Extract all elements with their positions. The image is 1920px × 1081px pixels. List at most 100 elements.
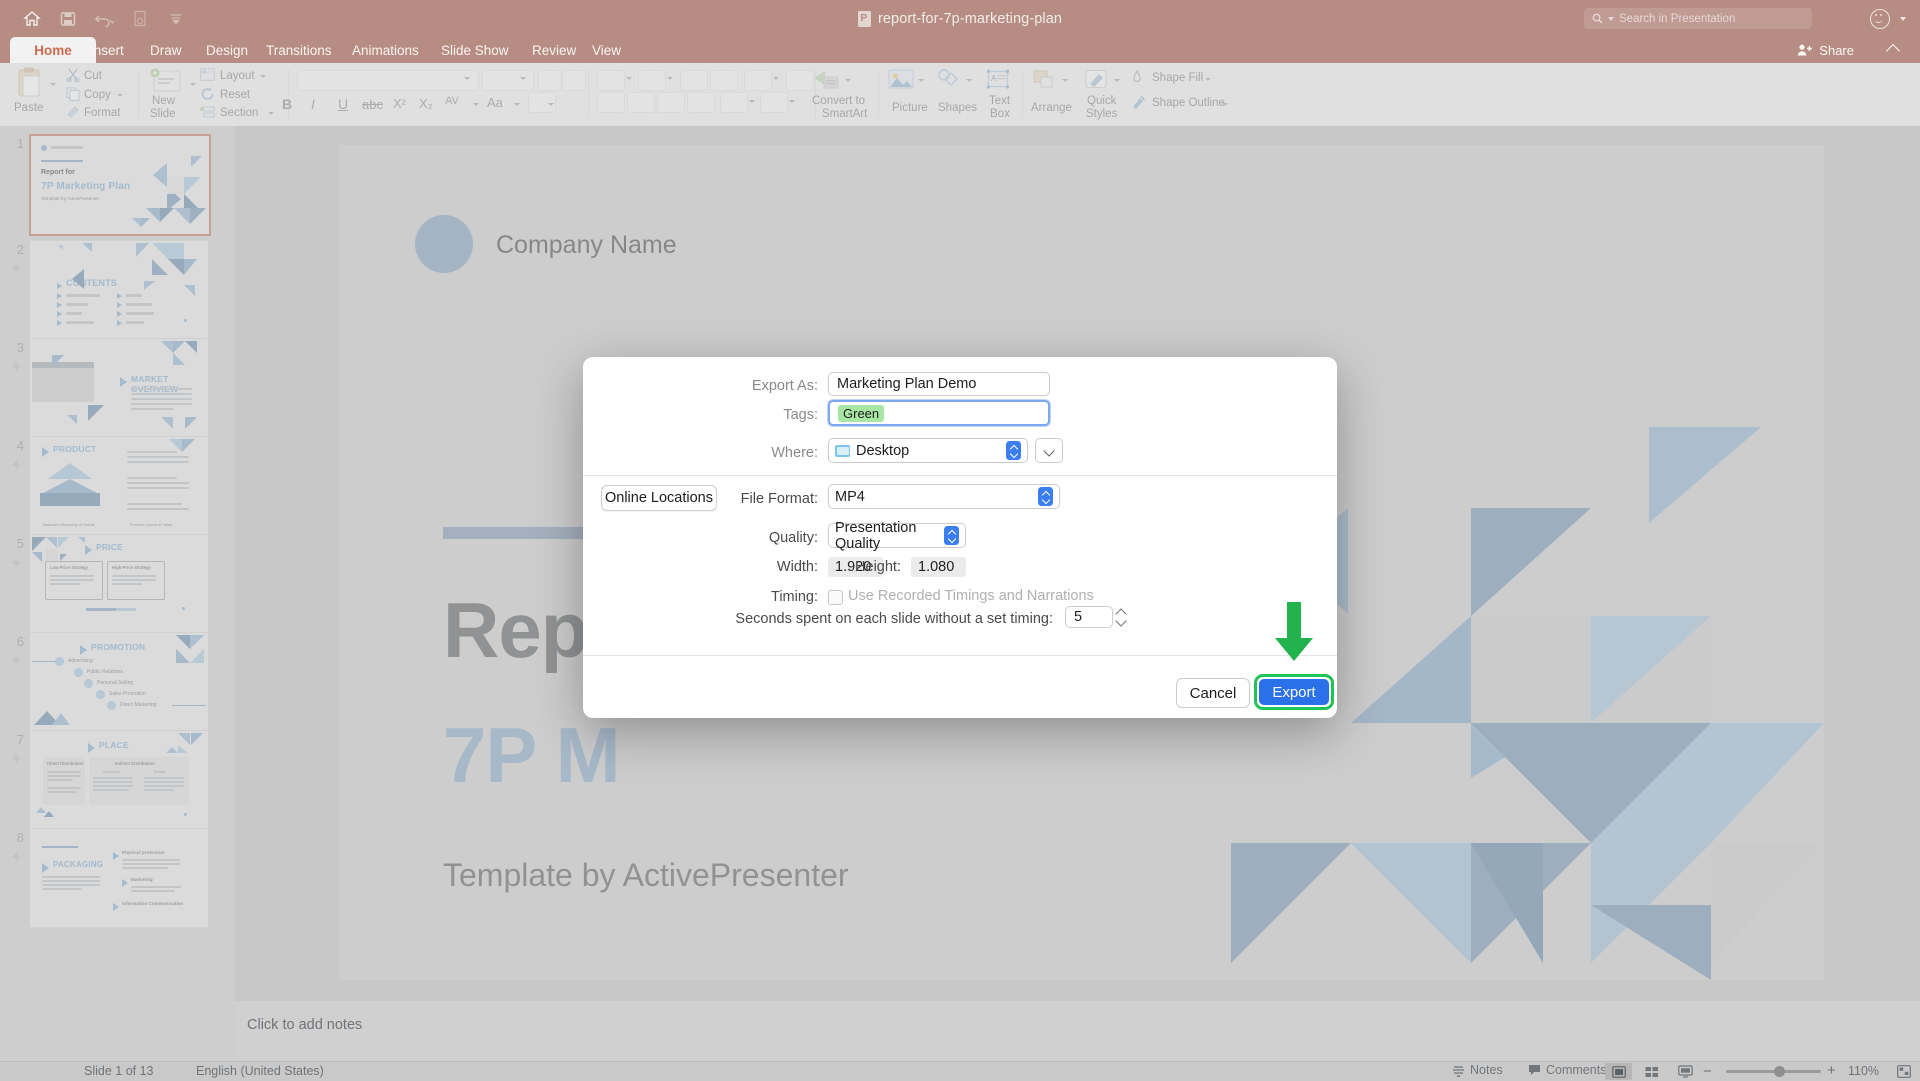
character-spacing-label[interactable]: AV [445, 95, 459, 107]
arrange-dropdown-icon[interactable] [1062, 79, 1068, 82]
slide-preview[interactable]: PRODUCT Maslow's Hierarchy of Needs Prod… [29, 436, 209, 536]
tags-input[interactable]: Green [828, 400, 1050, 426]
increase-font-size-button[interactable] [538, 70, 562, 91]
format-painter-icon[interactable] [66, 106, 80, 124]
copy-dropdown-icon[interactable] [117, 94, 123, 97]
zoom-level[interactable]: 110% [1848, 1064, 1879, 1078]
language-indicator[interactable]: English (United States) [196, 1064, 324, 1078]
tag-chip-green[interactable]: Green [838, 404, 885, 422]
shape-fill-dropdown-icon[interactable] [1205, 78, 1211, 81]
decrease-font-size-button[interactable] [562, 70, 586, 91]
chevron-down-icon[interactable] [1044, 445, 1055, 456]
shapes-icon[interactable] [936, 69, 962, 96]
section-label[interactable]: Section [220, 107, 258, 119]
seconds-input[interactable]: 5 [1065, 606, 1113, 628]
align-center-button[interactable] [627, 92, 655, 113]
quality-stepper-icon[interactable] [944, 526, 959, 545]
tab-slide-show[interactable]: Slide Show [427, 37, 523, 63]
text-box-icon[interactable]: A [986, 69, 1010, 96]
line-spacing-button[interactable] [744, 70, 772, 91]
thumbnail-slide-1[interactable]: 1 Report for 7P Marketing Plan Template … [0, 134, 235, 236]
character-spacing-dropdown-icon[interactable] [473, 103, 479, 106]
cut-label[interactable]: Cut [84, 70, 102, 82]
section-icon[interactable] [200, 106, 216, 124]
shapes-dropdown-icon[interactable] [966, 79, 972, 82]
tab-insert[interactable]: Insert [76, 37, 138, 63]
slide-preview[interactable]: PLACE Direct Distribution Indirect Distr… [29, 730, 209, 830]
search-dropdown-icon[interactable] [1608, 16, 1614, 21]
quick-styles-icon[interactable] [1084, 69, 1110, 96]
layout-dropdown-icon[interactable] [260, 75, 266, 78]
font-name-input[interactable] [297, 70, 479, 91]
numbered-list-button[interactable] [638, 70, 666, 91]
superscript-label[interactable]: X² [393, 96, 406, 111]
justify-button[interactable] [687, 92, 715, 113]
slide-preview[interactable]: PRICE Low-Price Strategy High-Price Stra… [29, 534, 209, 634]
thumbnail-slide-2[interactable]: 2 ✦ CONTENTS [0, 240, 235, 340]
subscript-label[interactable]: X₂ [419, 96, 433, 111]
tab-animations[interactable]: Animations [338, 37, 433, 63]
use-recorded-timings-checkbox[interactable] [828, 590, 843, 605]
font-name-dropdown-icon[interactable] [464, 77, 470, 80]
shape-outline-icon[interactable] [1132, 95, 1146, 115]
tab-view[interactable]: View [578, 37, 635, 63]
export-as-input[interactable]: Marketing Plan Demo [828, 372, 1050, 396]
change-case-dropdown-icon[interactable] [514, 103, 520, 106]
bold-label[interactable]: B [282, 96, 292, 112]
reading-view-button[interactable] [1672, 1063, 1699, 1080]
align-right-button[interactable] [657, 92, 685, 113]
underline-label[interactable]: U [338, 96, 348, 112]
height-field[interactable]: 1.080 [911, 557, 966, 577]
copy-label[interactable]: Copy [84, 89, 111, 101]
slide-thumbnail-panel[interactable]: 1 Report for 7P Marketing Plan Template … [0, 126, 235, 1066]
layout-label[interactable]: Layout [220, 70, 255, 82]
thumbnail-slide-4[interactable]: 4 ✦ PRODUCT Maslow's Hierarchy of Needs … [0, 436, 235, 536]
text-direction-button[interactable] [720, 92, 748, 113]
feedback-dropdown-icon[interactable] [1900, 16, 1906, 21]
file-format-popup-button[interactable]: MP4 [828, 484, 1060, 509]
thumbnail-slide-3[interactable]: 3 ✦ MARKET OVERVIEW [0, 338, 235, 438]
cancel-button[interactable]: Cancel [1176, 678, 1250, 708]
text-direction-dropdown-icon[interactable] [749, 100, 755, 103]
paste-dropdown-icon[interactable] [50, 83, 56, 86]
layout-icon[interactable] [200, 68, 215, 86]
bullets-dropdown-icon[interactable] [626, 77, 632, 80]
format-painter-label[interactable]: Format [84, 107, 120, 119]
bold-button[interactable] [270, 92, 272, 94]
slide-preview[interactable]: PROMOTION Advertising Public Relations P… [29, 632, 209, 732]
zoom-out-button[interactable]: − [1703, 1063, 1712, 1080]
align-text-button[interactable] [760, 92, 788, 113]
line-spacing-dropdown-icon[interactable] [773, 77, 779, 80]
thumbnail-slide-8[interactable]: 8 ✦ PACKAGING Physical protection Market… [0, 828, 235, 928]
share-button[interactable]: Share [1797, 40, 1854, 60]
feedback-smiley-icon[interactable] [1870, 8, 1890, 29]
slide-sorter-view-button[interactable] [1638, 1063, 1665, 1080]
where-stepper-icon[interactable] [1006, 441, 1021, 460]
reset-label[interactable]: Reset [220, 89, 250, 101]
fit-to-window-button[interactable] [1890, 1063, 1917, 1080]
collapse-ribbon-icon[interactable] [1885, 43, 1901, 59]
quick-styles-dropdown-icon[interactable] [1114, 79, 1120, 82]
copy-icon[interactable] [66, 87, 80, 106]
tab-draw[interactable]: Draw [136, 37, 196, 63]
shape-outline-label[interactable]: Shape Outline [1152, 97, 1225, 109]
where-popup-button[interactable]: Desktop [828, 438, 1028, 463]
convert-to-smartart-icon[interactable] [812, 69, 842, 98]
zoom-slider-knob[interactable] [1774, 1066, 1785, 1077]
thumbnail-slide-6[interactable]: 6 ✦ PROMOTION Advertising Public Relatio… [0, 632, 235, 732]
slide-preview[interactable]: MARKET OVERVIEW [29, 338, 209, 438]
increase-indent-button[interactable] [710, 70, 738, 91]
paste-icon[interactable] [14, 67, 44, 104]
thumbnail-slide-5[interactable]: 5 ✦ PRICE Low-Price Strategy High-Price … [0, 534, 235, 634]
shape-outline-dropdown-icon[interactable] [1222, 103, 1228, 106]
file-format-stepper-icon[interactable] [1038, 487, 1053, 506]
align-text-dropdown-icon[interactable] [789, 100, 795, 103]
font-color-dropdown-icon[interactable] [548, 103, 554, 106]
smartart-dropdown-icon[interactable] [845, 79, 851, 82]
font-size-input[interactable] [482, 70, 534, 91]
normal-view-button[interactable] [1605, 1063, 1632, 1080]
export-button[interactable]: Export [1259, 679, 1329, 705]
decrease-indent-button[interactable] [680, 70, 708, 91]
cut-icon[interactable] [66, 68, 80, 87]
export-dialog[interactable]: Export As: Marketing Plan Demo Tags: Gre… [583, 357, 1337, 718]
